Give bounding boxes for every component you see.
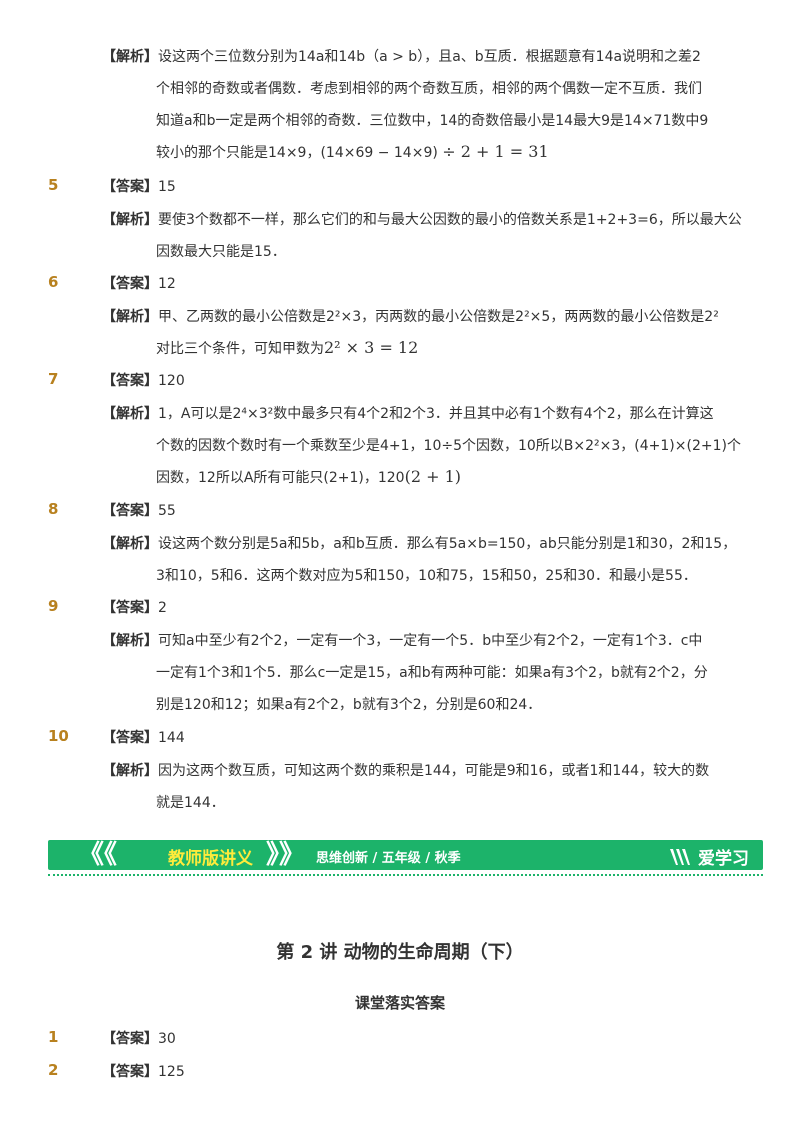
q4-solution: 【解析】设这两个三位数分别为14a和14b（a > b），且a、b互质．根据题意… (102, 46, 701, 66)
q6-line-2: 对比三个条件，可知甲数为2² × 3 = 12 (156, 338, 419, 357)
q7-line-3: 因数，12所以A所有可能只(2+1)，120(2 + 1) (156, 467, 462, 486)
q7-solution: 【解析】1，A可以是2⁴×3²数中最多只有4个2和2个3．并且其中必有1个数有4… (102, 406, 714, 422)
q8-number: 8 (48, 500, 59, 518)
q9-line-3: 别是120和12；如果a有2个2，b就有3个2，分别是60和24． (156, 697, 542, 713)
banner-divider (48, 874, 763, 876)
q8-solution: 【解析】设这两个数分别是5a和5b，a和b互质．那么有5a×b=150，ab只能… (102, 536, 737, 552)
q10-solution: 【解析】因为这两个数互质，可知这两个数的乘积是144，可能是9和16，或者1和1… (102, 763, 710, 779)
p2-number: 2 (48, 1061, 59, 1079)
banner-subtitle: 思维创新 / 五年级 / 秋季 (316, 851, 461, 866)
q9-line-2: 一定有1个3和1个5．那么c一定是15，a和b有两种可能：如果a有3个2，b就有… (156, 665, 708, 681)
q10-number: 10 (48, 727, 69, 745)
q7-formula: (2 + 1) (404, 467, 462, 486)
q6-answer: 【答案】12 (102, 276, 176, 292)
section-title: 课堂落实答案 (354, 994, 445, 1012)
q7-number: 7 (48, 370, 59, 388)
lecture-title: 第 2 讲 动物的生命周期（下） (276, 942, 524, 963)
q8-line-2: 3和10，5和6．这两个数对应为5和150，10和75，15和50，25和30．… (156, 568, 697, 584)
q5-answer: 【答案】15 (102, 179, 176, 195)
q6-number: 6 (48, 273, 59, 291)
q5-line-2: 因数最大只能是15． (156, 244, 286, 260)
header-banner: 《《 教师版讲义 》》 思维创新 / 五年级 / 秋季 爱学习 (48, 840, 763, 870)
q4-line-1: 设这两个三位数分别为14a和14b（a > b），且a、b互质．根据题意有14a… (158, 49, 701, 65)
q7-line-2: 个数的因数个数时有一个乘数至少是4+1，10÷5个因数，10所以B×2²×3，(… (156, 438, 741, 454)
q6-solution: 【解析】甲、乙两数的最小公倍数是2²×3，丙两数的最小公倍数是2²×5，两两数的… (102, 309, 719, 325)
q10-answer: 【答案】144 (102, 730, 185, 746)
p1-answer: 【答案】30 (102, 1031, 176, 1047)
solution-tag: 【解析】 (102, 49, 158, 65)
q4-line-4: 较小的那个只能是14×9，(14×69 − 14×9) ÷ 2 + 1 = 31 (156, 142, 549, 161)
p2-answer: 【答案】125 (102, 1064, 185, 1080)
q4-line-2: 个相邻的奇数或者偶数．考虑到相邻的两个奇数互质，相邻的两个偶数一定不互质．我们 (156, 81, 702, 97)
q9-number: 9 (48, 597, 59, 615)
q9-solution: 【解析】可知a中至少有2个2，一定有一个3，一定有一个5．b中至少有2个2，一定… (102, 633, 703, 649)
banner-title: 教师版讲义 (168, 849, 253, 869)
q6-formula: 2² × 3 = 12 (324, 338, 419, 357)
chevron-right-icon: 》》 (266, 840, 306, 870)
q5-number: 5 (48, 176, 59, 194)
q7-answer: 【答案】120 (102, 373, 185, 389)
brand-logo: 爱学习 (668, 844, 749, 869)
q4-line-3: 知道a和b一定是两个相邻的奇数．三位数中，14的奇数倍最小是14最大9是14×7… (156, 113, 709, 129)
q8-answer: 【答案】55 (102, 503, 176, 519)
p1-number: 1 (48, 1028, 59, 1046)
q9-answer: 【答案】2 (102, 600, 167, 616)
q10-line-2: 就是144． (156, 795, 225, 811)
q4-formula: ÷ 2 + 1 = 31 (442, 142, 549, 161)
chevron-left-icon: 《《 (78, 840, 118, 870)
brand-leaf-icon (670, 849, 690, 865)
q5-solution: 【解析】要使3个数都不一样，那么它们的和与最大公因数的最小的倍数关系是1+2+3… (102, 212, 742, 228)
